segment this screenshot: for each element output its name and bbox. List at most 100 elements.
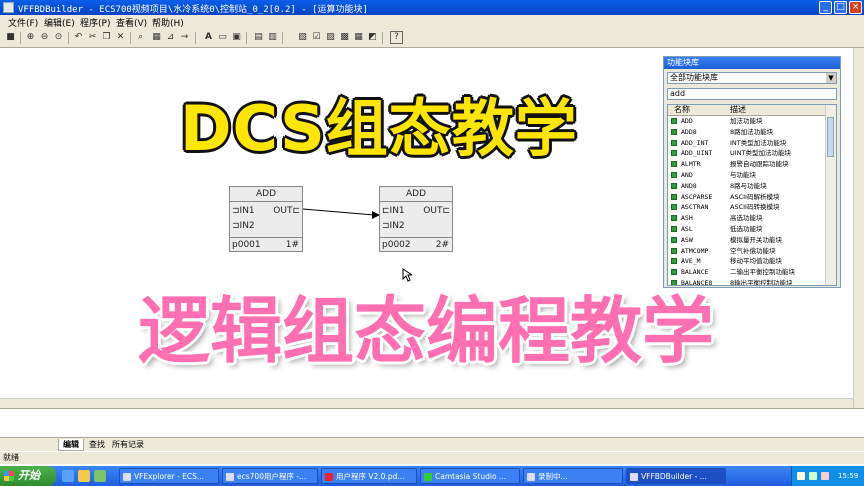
pin-label: IN1 — [239, 206, 255, 216]
input-pin-in1[interactable]: ⊏IN1 — [382, 206, 405, 216]
library-item[interactable]: ALMTR 报警自动跟踪功能块 — [668, 159, 826, 169]
task-ecs700[interactable]: ecs700用户程序 -... — [222, 468, 318, 484]
task-vffbdbuilder[interactable]: VFFBDBuilder - ... — [626, 468, 726, 484]
library-category-select[interactable]: 全部功能块库 ▼ — [667, 72, 837, 84]
minimize-button[interactable]: _ — [819, 1, 832, 14]
tab-find[interactable]: 查找 — [85, 439, 109, 450]
text-tool-icon[interactable]: A — [202, 31, 215, 44]
close-button[interactable]: × — [849, 1, 862, 14]
output-pin-out[interactable]: OUT⊏ — [423, 206, 450, 216]
grid-icon[interactable]: ▦ — [150, 31, 163, 44]
undo-icon[interactable]: ↶ — [72, 31, 85, 44]
chevron-down-icon[interactable]: ▼ — [826, 73, 836, 83]
debug-icon[interactable]: ▦ — [352, 31, 365, 44]
input-pin-in2[interactable]: ⊐IN2 — [382, 221, 405, 231]
column-header-name[interactable]: 名称 — [674, 105, 690, 115]
tray-icon[interactable] — [821, 472, 829, 480]
input-pin-in1[interactable]: ⊐IN1 — [232, 206, 255, 216]
library-item[interactable]: ADD8 8路加法功能块 — [668, 127, 826, 137]
clock[interactable]: 15:59 — [838, 466, 858, 486]
task-camtasia[interactable]: Camtasia Studio ... — [420, 468, 520, 484]
scroll-thumb[interactable] — [827, 117, 834, 157]
zoom-fit-icon[interactable]: ⊙ — [52, 31, 65, 44]
quicklaunch-folder-icon[interactable] — [78, 470, 90, 482]
library-item[interactable]: ASH 高选功能块 — [668, 213, 826, 223]
stop-icon[interactable]: ◩ — [366, 31, 379, 44]
tray-icon[interactable] — [809, 472, 817, 480]
function-block-icon — [671, 139, 677, 146]
maximize-button[interactable]: □ — [834, 1, 847, 14]
toolbar-separator — [68, 32, 69, 44]
quicklaunch-ie-icon[interactable] — [62, 470, 74, 482]
library-search-input[interactable]: add — [667, 88, 837, 100]
item-name: ASCPARSE — [681, 192, 713, 201]
list-scrollbar[interactable] — [825, 105, 836, 285]
online-icon[interactable]: ▩ — [338, 31, 351, 44]
library-item[interactable]: ASCTRAN ASCII码转换模块 — [668, 202, 826, 212]
output-pin-out[interactable]: OUT⊏ — [273, 206, 300, 216]
rectangle-icon[interactable]: ▭ — [216, 31, 229, 44]
function-block-icon — [671, 161, 677, 168]
task-vfexplorer[interactable]: VFExplorer - ECS... — [119, 468, 219, 484]
library-item[interactable]: ASL 低选功能块 — [668, 224, 826, 234]
check-icon[interactable]: ☑ — [310, 31, 323, 44]
menu-help[interactable]: 帮助(H) — [152, 16, 184, 29]
tray-icon[interactable] — [797, 472, 805, 480]
library-item[interactable]: AND 与功能块 — [668, 170, 826, 180]
block-name: ADD — [230, 187, 302, 202]
tab-all-records[interactable]: 所有记录 — [108, 439, 148, 450]
start-label: 开始 — [18, 469, 40, 482]
menu-edit[interactable]: 编辑(E) — [44, 16, 75, 29]
copy-icon[interactable]: ❐ — [100, 31, 113, 44]
zoom-in-icon[interactable]: ⊕ — [24, 31, 37, 44]
library-item[interactable]: BALANCE 二输出平衡控制功能块 — [668, 267, 826, 277]
monitor-icon[interactable]: ▣ — [230, 31, 243, 44]
library-item[interactable]: ASCPARSE ASCII码解析模块 — [668, 192, 826, 202]
output-pane[interactable] — [0, 408, 864, 437]
item-desc: 8路加法功能块 — [730, 127, 774, 136]
start-button[interactable]: 开始 — [0, 466, 56, 486]
input-pin-in2[interactable]: ⊐IN2 — [232, 221, 255, 231]
library-item[interactable]: AVE_M 移动平均值功能块 — [668, 256, 826, 266]
connection-wire[interactable] — [302, 205, 382, 225]
block-icon[interactable]: ▤ — [252, 31, 265, 44]
save-icon[interactable]: ■ — [4, 31, 17, 44]
library-item[interactable]: ASW 模拟量开关功能块 — [668, 235, 826, 245]
link-icon[interactable]: ⊿ — [164, 31, 177, 44]
output-tabs: 编辑 查找 所有记录 — [0, 437, 864, 451]
block2-icon[interactable]: ▥ — [266, 31, 279, 44]
block-name: ADD — [380, 187, 452, 202]
find-icon[interactable]: ⌕ — [134, 31, 147, 44]
arrow-icon[interactable]: → — [178, 31, 191, 44]
help-icon[interactable]: ? — [390, 31, 403, 44]
menu-view[interactable]: 查看(V) — [116, 16, 147, 29]
library-item[interactable]: ADD_INT INT类型加法功能块 — [668, 138, 826, 148]
delete-icon[interactable]: ✕ — [114, 31, 127, 44]
pin-label: IN2 — [239, 221, 255, 231]
menu-program[interactable]: 程序(P) — [80, 16, 110, 29]
library-item[interactable]: ADD 加法功能块 — [668, 116, 826, 126]
library-item[interactable]: ADD_UINT UINT类型加法功能块 — [668, 148, 826, 158]
item-desc: UINT类型加法功能块 — [730, 149, 792, 158]
vertical-scrollbar[interactable] — [853, 48, 864, 408]
pin-label: IN1 — [389, 206, 405, 216]
item-desc: 二输出平衡控制功能块 — [730, 268, 795, 277]
cut-icon[interactable]: ✂ — [86, 31, 99, 44]
task-label: ecs700用户程序 -... — [237, 472, 307, 481]
download-icon[interactable]: ▨ — [324, 31, 337, 44]
compile-icon[interactable]: ▧ — [296, 31, 309, 44]
item-name: AND8 — [681, 181, 697, 190]
block-id: p0001 — [232, 240, 261, 250]
library-item[interactable]: AND8 8路与功能块 — [668, 181, 826, 191]
zoom-out-icon[interactable]: ⊖ — [38, 31, 51, 44]
menu-file[interactable]: 文件(F) — [8, 16, 38, 29]
column-header-desc[interactable]: 描述 — [730, 105, 746, 115]
function-block-add-2[interactable]: ADD ⊏IN1 ⊐IN2 OUT⊏ p0002 2# — [379, 186, 453, 252]
task-recording[interactable]: 录制中... — [523, 468, 623, 484]
task-pdf[interactable]: 用户程序 V2.0.pd... — [321, 468, 417, 484]
library-item[interactable]: BALANCE8 8输出平衡控制功能块 — [668, 278, 826, 285]
tab-edit[interactable]: 编辑 — [58, 439, 84, 451]
function-block-add-1[interactable]: ADD ⊐IN1 ⊐IN2 OUT⊏ p0001 1# — [229, 186, 303, 252]
quicklaunch-app-icon[interactable] — [94, 470, 106, 482]
library-item[interactable]: ATMCOMP 空气补偿功能块 — [668, 246, 826, 256]
